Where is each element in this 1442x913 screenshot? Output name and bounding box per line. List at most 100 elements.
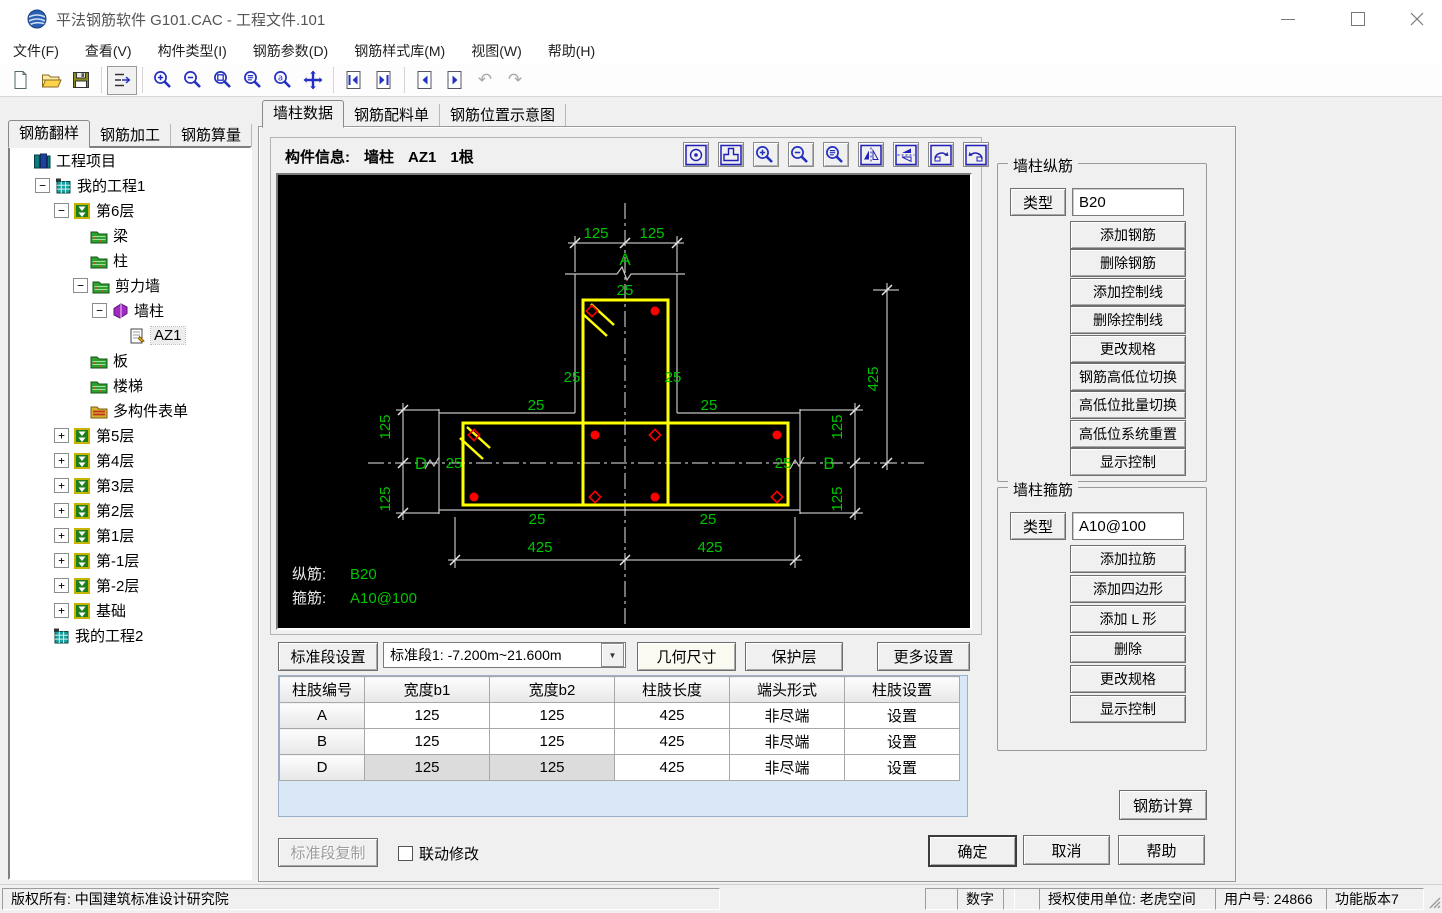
tree-expander[interactable]: +: [54, 503, 69, 518]
main-tab-墙柱数据[interactable]: 墙柱数据: [262, 100, 344, 128]
longitudinal-button-显示控制[interactable]: 显示控制: [1070, 448, 1186, 476]
toolbar-button-next-component[interactable]: [440, 66, 470, 95]
geometry-button[interactable]: 几何尺寸: [637, 642, 736, 671]
menu-item-i[interactable]: 构件类型(I): [145, 38, 240, 64]
table-cell[interactable]: 125: [490, 729, 615, 755]
stirrup-button-更改规格[interactable]: 更改规格: [1070, 665, 1186, 693]
longitudinal-button-添加钢筋[interactable]: 添加钢筋: [1070, 221, 1186, 249]
stirrup-button-显示控制[interactable]: 显示控制: [1070, 695, 1186, 723]
limb-settings-cell[interactable]: 设置: [845, 703, 960, 729]
cover-button[interactable]: 保护层: [745, 642, 843, 671]
table-cell[interactable]: 425: [615, 755, 730, 781]
view-button-mirror-horizontal[interactable]: [893, 142, 919, 167]
toolbar-button-undo[interactable]: ↶: [470, 66, 500, 95]
tree-item-第4层[interactable]: +第4层: [10, 448, 250, 473]
cancel-button[interactable]: 取消: [1023, 835, 1110, 865]
tree-expander[interactable]: +: [54, 603, 69, 618]
tree-item-第3层[interactable]: +第3层: [10, 473, 250, 498]
tree-item-第1层[interactable]: +第1层: [10, 523, 250, 548]
toolbar-button-zoom-extents[interactable]: [238, 66, 268, 95]
toolbar-button-prev-component[interactable]: [410, 66, 440, 95]
stirrup-type-button[interactable]: 类型: [1010, 512, 1066, 540]
stirrup-button-添加四边形[interactable]: 添加四边形: [1070, 575, 1186, 603]
tree-item-柱[interactable]: 柱: [10, 248, 250, 273]
tree-expander[interactable]: +: [54, 428, 69, 443]
table-cell[interactable]: 125: [365, 729, 490, 755]
tree-expander[interactable]: +: [54, 528, 69, 543]
toolbar-button-zoom-in[interactable]: [148, 66, 178, 95]
toolbar-button-zoom-window[interactable]: [208, 66, 238, 95]
table-cell[interactable]: 425: [615, 729, 730, 755]
close-button[interactable]: [1392, 0, 1442, 38]
longitudinal-button-删除钢筋[interactable]: 删除钢筋: [1070, 249, 1186, 277]
view-button-zoom-extents[interactable]: [823, 142, 849, 167]
copy-segment-button[interactable]: 标准段复制: [278, 838, 378, 867]
menu-item-h[interactable]: 帮助(H): [535, 38, 608, 64]
longitudinal-button-添加控制线[interactable]: 添加控制线: [1070, 278, 1186, 306]
stirrup-button-添加L形[interactable]: 添加 L 形: [1070, 605, 1186, 633]
tree-item-剪力墙[interactable]: −剪力墙: [10, 273, 250, 298]
tree-item-我的工程1[interactable]: −我的工程1: [10, 173, 250, 198]
longitudinal-type-button[interactable]: 类型: [1010, 188, 1066, 216]
tree-expander[interactable]: −: [54, 203, 69, 218]
more-settings-button[interactable]: 更多设置: [877, 642, 970, 671]
toolbar-button-zoom-out[interactable]: [178, 66, 208, 95]
minimize-button[interactable]: [1263, 0, 1313, 38]
tree-item-基础[interactable]: +基础: [10, 598, 250, 623]
view-button-rotate-cw[interactable]: [928, 142, 954, 167]
longitudinal-button-高低位批量切换[interactable]: 高低位批量切换: [1070, 391, 1186, 419]
tree-expander[interactable]: −: [92, 303, 107, 318]
stirrup-type-input[interactable]: A10@100: [1072, 512, 1184, 540]
table-cell[interactable]: 125: [490, 755, 615, 781]
help-button[interactable]: 帮助: [1118, 835, 1205, 865]
chevron-down-icon[interactable]: ▼: [601, 643, 624, 667]
longitudinal-button-更改规格[interactable]: 更改规格: [1070, 335, 1186, 363]
maximize-button[interactable]: [1333, 0, 1383, 38]
segment-settings-button[interactable]: 标准段设置: [278, 642, 378, 671]
tree-item-板[interactable]: 板: [10, 348, 250, 373]
longitudinal-button-删除控制线[interactable]: 删除控制线: [1070, 306, 1186, 334]
table-cell[interactable]: 125: [490, 703, 615, 729]
tree-item-楼梯[interactable]: 楼梯: [10, 373, 250, 398]
table-cell[interactable]: 125: [365, 703, 490, 729]
main-tab-钢筋配料单[interactable]: 钢筋配料单: [344, 104, 440, 128]
tree-item-梁[interactable]: 梁: [10, 223, 250, 248]
segment-select[interactable]: 标准段1: -7.200m~21.600m ▼: [383, 642, 626, 668]
tree-item-第6层[interactable]: −第6层: [10, 198, 250, 223]
table-cell[interactable]: 非尽端: [730, 755, 845, 781]
toolbar-button-pan[interactable]: [298, 66, 328, 95]
tree-item-第2层[interactable]: +第2层: [10, 498, 250, 523]
tree-item-墙柱[interactable]: −墙柱: [10, 298, 250, 323]
toolbar-button-redo[interactable]: ↷: [500, 66, 530, 95]
ok-button[interactable]: 确定: [928, 835, 1017, 867]
tree-item-我的工程2[interactable]: 我的工程2: [10, 623, 250, 648]
toolbar-button-open-file[interactable]: [36, 66, 66, 95]
longitudinal-type-input[interactable]: B20: [1072, 188, 1184, 216]
view-button-zoom-in[interactable]: [753, 142, 779, 167]
tree-expander[interactable]: +: [54, 478, 69, 493]
left-tab-钢筋翻样[interactable]: 钢筋翻样: [8, 120, 90, 148]
view-button-rotate-ccw[interactable]: [963, 142, 989, 167]
tree-item-工程项目[interactable]: 工程项目: [10, 148, 250, 173]
main-tab-钢筋位置示意图[interactable]: 钢筋位置示意图: [440, 104, 566, 128]
menu-item-w[interactable]: 视图(W): [458, 38, 535, 64]
longitudinal-button-高低位系统重置[interactable]: 高低位系统重置: [1070, 420, 1186, 448]
toolbar-button-zoom-dynamic[interactable]: a: [268, 66, 298, 95]
table-cell[interactable]: 425: [615, 703, 730, 729]
left-tab-钢筋加工[interactable]: 钢筋加工: [90, 124, 171, 148]
table-cell[interactable]: 非尽端: [730, 703, 845, 729]
menu-item-f[interactable]: 文件(F): [0, 38, 72, 64]
menu-item-v[interactable]: 查看(V): [72, 38, 145, 64]
left-tab-钢筋算量[interactable]: 钢筋算量: [171, 124, 252, 148]
tree-expander[interactable]: −: [35, 178, 50, 193]
stirrup-button-添加拉筋[interactable]: 添加拉筋: [1070, 545, 1186, 573]
resize-grip[interactable]: [1425, 893, 1441, 909]
menu-item-d[interactable]: 钢筋参数(D): [240, 38, 341, 64]
tree-item-AZ1[interactable]: AZ1: [10, 323, 250, 348]
wall-column-section-drawing[interactable]: 125125A252525425125125D25252525B12512525…: [278, 175, 970, 628]
toolbar-button-new-file[interactable]: [6, 66, 36, 95]
toolbar-button-tree-panel-toggle[interactable]: [107, 66, 137, 95]
limb-settings-cell[interactable]: 设置: [845, 729, 960, 755]
link-edit-checkbox[interactable]: [398, 846, 413, 861]
tree-item-第5层[interactable]: +第5层: [10, 423, 250, 448]
